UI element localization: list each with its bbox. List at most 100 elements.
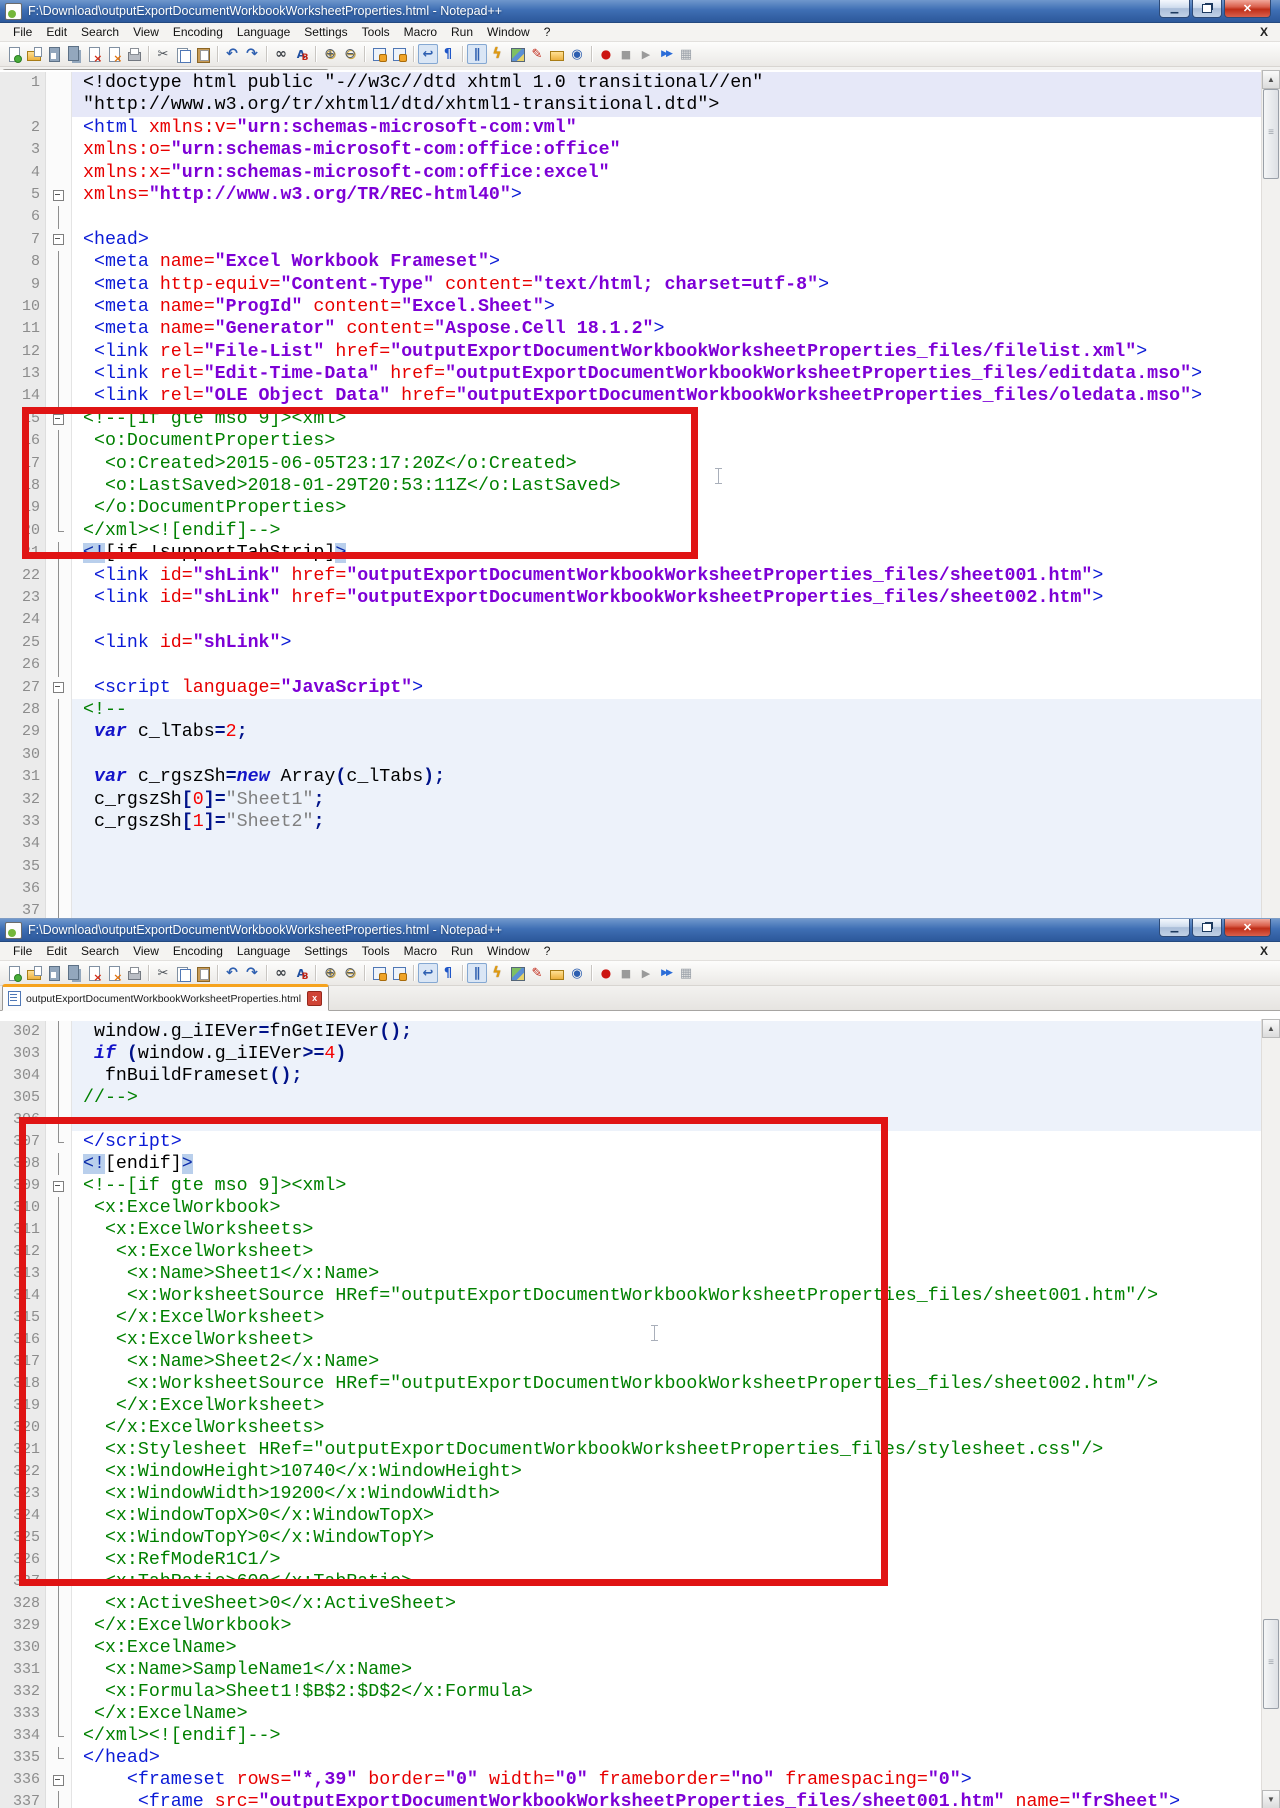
code-line[interactable]: 36 — [0, 878, 1262, 900]
new-file-button[interactable] — [4, 963, 24, 983]
menu-item-tools[interactable]: Tools — [355, 943, 397, 959]
code-line[interactable]: 11 <meta name="Generator" content="Aspos… — [0, 318, 1262, 340]
cut-button[interactable] — [153, 44, 173, 64]
undo-button[interactable] — [222, 963, 242, 983]
zoom-in-button[interactable] — [320, 44, 340, 64]
folder-as-workspace-button[interactable] — [547, 44, 567, 64]
document-map-button[interactable] — [507, 44, 527, 64]
code-line[interactable]: 24 — [0, 609, 1262, 631]
code-line[interactable]: "http://www.w3.org/tr/xhtml1/dtd/xhtml1-… — [0, 94, 1262, 116]
vertical-scrollbar[interactable]: ▲ ▼ — [1261, 1019, 1280, 1808]
find-button[interactable] — [271, 44, 291, 64]
save-file-button[interactable] — [44, 44, 64, 64]
scroll-up-icon[interactable]: ▲ — [1262, 70, 1280, 89]
folder-as-workspace-button[interactable] — [547, 963, 567, 983]
code-line[interactable]: 305//--> — [0, 1087, 1262, 1109]
scroll-up-icon[interactable]: ▲ — [1262, 1019, 1280, 1038]
menu-item-search[interactable]: Search — [74, 24, 126, 40]
code-line[interactable]: 13 <link rel="Edit-Time-Data" href="outp… — [0, 363, 1262, 385]
zoom-in-button[interactable] — [320, 963, 340, 983]
copy-button[interactable] — [173, 963, 193, 983]
code-line[interactable]: 302 window.g_iIEVer=fnGetIEVer(); — [0, 1021, 1262, 1043]
menu-item-encoding[interactable]: Encoding — [166, 943, 230, 959]
code-line[interactable]: 303 if (window.g_iIEVer>=4) — [0, 1043, 1262, 1065]
code-line[interactable]: 334</xml><![endif]--> — [0, 1725, 1262, 1747]
open-file-button[interactable] — [24, 44, 44, 64]
code-line[interactable]: 37 — [0, 900, 1262, 918]
function-list-button[interactable] — [527, 44, 547, 64]
tab-output-export-document[interactable]: outputExportDocumentWorkbookWorksheetPro… — [2, 984, 329, 1011]
code-line[interactable]: 12 <link rel="File-List" href="outputExp… — [0, 341, 1262, 363]
menu-item-settings[interactable]: Settings — [297, 24, 354, 40]
sync-vertical-scroll-button[interactable] — [369, 44, 389, 64]
minimize-button[interactable]: ▁ — [1159, 0, 1190, 18]
code-line[interactable]: 331 <x:Name>SampleName1</x:Name> — [0, 1659, 1262, 1681]
minimize-button[interactable]: ▁ — [1159, 919, 1190, 937]
code-line[interactable]: 29 var c_lTabs=2; — [0, 721, 1262, 743]
scroll-down-icon[interactable]: ▼ — [1262, 1790, 1280, 1808]
paste-button[interactable] — [193, 963, 213, 983]
close-button[interactable]: ✕ — [1224, 0, 1271, 18]
fold-collapse-icon[interactable] — [46, 184, 72, 206]
word-wrap-button[interactable] — [418, 44, 438, 64]
function-list-button[interactable] — [527, 963, 547, 983]
menu-item-run[interactable]: Run — [444, 24, 480, 40]
macro-stop-button[interactable] — [616, 963, 636, 983]
mdi-close-button[interactable]: X — [1260, 25, 1268, 39]
replace-button[interactable] — [291, 963, 311, 983]
macro-save-button[interactable] — [676, 44, 696, 64]
code-line[interactable]: 5xmlns="http://www.w3.org/TR/REC-html40"… — [0, 184, 1262, 206]
define-language-button[interactable] — [487, 44, 507, 64]
menu-item-window[interactable]: Window — [480, 24, 537, 40]
replace-button[interactable] — [291, 44, 311, 64]
save-all-button[interactable] — [64, 963, 84, 983]
monitoring-button[interactable] — [567, 963, 587, 983]
redo-button[interactable] — [242, 963, 262, 983]
restore-button[interactable] — [1192, 919, 1222, 937]
open-file-button[interactable] — [24, 963, 44, 983]
monitoring-button[interactable] — [567, 44, 587, 64]
close-all-button[interactable] — [104, 963, 124, 983]
macro-run-multiple-button[interactable] — [656, 963, 676, 983]
code-line[interactable]: 30 — [0, 744, 1262, 766]
show-all-characters-button[interactable] — [438, 963, 458, 983]
menu-item-settings[interactable]: Settings — [297, 943, 354, 959]
title-bar[interactable]: F:\Download\outputExportDocumentWorkbook… — [0, 0, 1280, 23]
macro-save-button[interactable] — [676, 963, 696, 983]
show-indent-guide-button[interactable] — [467, 44, 487, 64]
new-file-button[interactable] — [4, 44, 24, 64]
fold-collapse-icon[interactable] — [46, 229, 72, 251]
code-line[interactable]: 335</head> — [0, 1747, 1262, 1769]
sync-horizontal-scroll-button[interactable] — [389, 963, 409, 983]
macro-record-button[interactable] — [596, 963, 616, 983]
scrollbar-thumb[interactable] — [1263, 89, 1279, 179]
code-line[interactable]: 26 — [0, 654, 1262, 676]
menu-item-search[interactable]: Search — [74, 943, 126, 959]
redo-button[interactable] — [242, 44, 262, 64]
code-line[interactable]: 35 — [0, 856, 1262, 878]
print-button[interactable] — [124, 44, 144, 64]
code-line[interactable]: 332 <x:Formula>Sheet1!$B$2:$D$2</x:Formu… — [0, 1681, 1262, 1703]
code-line[interactable]: 22 <link id="shLink" href="outputExportD… — [0, 565, 1262, 587]
code-line[interactable]: 33 c_rgszSh[1]="Sheet2"; — [0, 811, 1262, 833]
code-line[interactable]: 337 <frame src="outputExportDocumentWork… — [0, 1791, 1262, 1808]
mdi-close-button[interactable]: X — [1260, 944, 1268, 958]
find-button[interactable] — [271, 963, 291, 983]
menu-item-macro[interactable]: Macro — [397, 24, 444, 40]
document-map-button[interactable] — [507, 963, 527, 983]
code-line[interactable]: 32 c_rgszSh[0]="Sheet1"; — [0, 789, 1262, 811]
menu-item-encoding[interactable]: Encoding — [166, 24, 230, 40]
code-line[interactable]: 10 <meta name="ProgId" content="Excel.Sh… — [0, 296, 1262, 318]
code-line[interactable]: 1<!doctype html public "-//w3c//dtd xhtm… — [0, 72, 1262, 94]
close-button[interactable]: ✕ — [1224, 919, 1271, 937]
code-line[interactable]: 2<html xmlns:v="urn:schemas-microsoft-co… — [0, 117, 1262, 139]
menu-item-help[interactable]: ? — [537, 943, 558, 959]
code-line[interactable]: 329 </x:ExcelWorkbook> — [0, 1615, 1262, 1637]
show-all-characters-button[interactable] — [438, 44, 458, 64]
code-line[interactable]: 3xmlns:o="urn:schemas-microsoft-com:offi… — [0, 139, 1262, 161]
menu-item-macro[interactable]: Macro — [397, 943, 444, 959]
close-file-button[interactable] — [84, 963, 104, 983]
code-line[interactable]: 34 — [0, 833, 1262, 855]
zoom-out-button[interactable] — [340, 963, 360, 983]
title-bar[interactable]: F:\Download\outputExportDocumentWorkbook… — [0, 919, 1280, 942]
